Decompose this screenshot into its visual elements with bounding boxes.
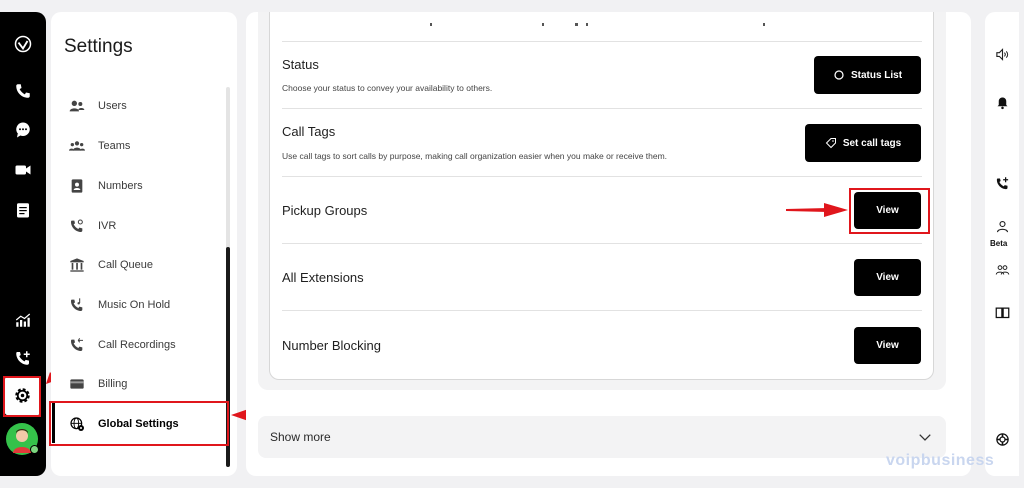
show-more-label: Show more bbox=[270, 430, 331, 444]
sidebar-item-ivr[interactable]: IVR bbox=[64, 212, 224, 240]
set-call-tags-label: Set call tags bbox=[842, 137, 902, 149]
annotation-arrow-pickup-groups bbox=[786, 203, 848, 217]
lifebuoy-icon[interactable] bbox=[993, 430, 1011, 448]
sidebar-item-label: Call Recordings bbox=[98, 339, 176, 351]
row-divider bbox=[282, 310, 922, 311]
teams-icon bbox=[66, 137, 88, 155]
app-logo-icon[interactable] bbox=[11, 32, 35, 56]
sidebar-item-users[interactable]: Users bbox=[64, 92, 224, 120]
sidebar-item-call-queue[interactable]: Call Queue bbox=[64, 251, 224, 279]
global-settings-highlight-box bbox=[49, 401, 229, 446]
settings-title: Settings bbox=[64, 36, 133, 57]
online-status-dot bbox=[30, 445, 39, 454]
sidebar-item-billing[interactable]: Billing bbox=[64, 370, 224, 398]
users-icon bbox=[66, 97, 88, 115]
sidebar-item-label: Teams bbox=[98, 140, 131, 152]
ivr-phone-icon bbox=[66, 217, 88, 235]
circle-icon bbox=[834, 70, 844, 80]
status-list-label: Status List bbox=[850, 69, 903, 81]
pickup-groups-title: Pickup Groups bbox=[282, 203, 368, 218]
phone-add-icon[interactable] bbox=[993, 174, 1011, 192]
settings-highlight-box bbox=[3, 376, 41, 417]
all-extensions-view-button[interactable]: View bbox=[854, 259, 921, 296]
book-icon[interactable] bbox=[993, 303, 1011, 321]
video-icon[interactable] bbox=[11, 158, 35, 182]
row-divider bbox=[282, 41, 922, 42]
person-icon[interactable] bbox=[993, 217, 1011, 235]
status-description: Choose your status to convey your availa… bbox=[282, 83, 493, 93]
pickup-groups-highlight-box bbox=[849, 188, 930, 234]
chevron-down-icon bbox=[919, 434, 931, 441]
sidebar-item-label: Numbers bbox=[98, 180, 143, 192]
all-extensions-title: All Extensions bbox=[282, 270, 364, 285]
group-icon[interactable] bbox=[993, 260, 1011, 278]
tag-icon bbox=[825, 138, 836, 149]
status-list-button[interactable]: Status List bbox=[814, 56, 921, 94]
number-blocking-title: Number Blocking bbox=[282, 338, 381, 353]
row-divider bbox=[282, 243, 922, 244]
call-recordings-icon bbox=[66, 336, 88, 354]
contact-book-icon bbox=[66, 177, 88, 195]
sidebar-item-music-on-hold[interactable]: Music On Hold bbox=[64, 291, 224, 319]
sidebar-item-call-recordings[interactable]: Call Recordings bbox=[64, 331, 224, 359]
row-divider bbox=[282, 176, 922, 177]
call-tags-description: Use call tags to sort calls by purpose, … bbox=[282, 151, 668, 161]
number-blocking-view-button[interactable]: View bbox=[854, 327, 921, 364]
status-title: Status bbox=[282, 57, 319, 72]
analytics-icon[interactable] bbox=[11, 308, 35, 332]
sidebar-item-teams[interactable]: Teams bbox=[64, 132, 224, 160]
speaker-icon[interactable] bbox=[993, 45, 1011, 63]
bell-icon[interactable] bbox=[993, 93, 1011, 111]
avatar[interactable] bbox=[6, 423, 39, 455]
credit-card-icon bbox=[66, 375, 88, 393]
beta-badge: Beta bbox=[990, 239, 1008, 248]
sidebar-item-label: Users bbox=[98, 100, 127, 112]
phone-add-icon[interactable] bbox=[11, 346, 35, 370]
set-call-tags-button[interactable]: Set call tags bbox=[805, 124, 921, 162]
sidebar-item-label: Music On Hold bbox=[98, 299, 171, 311]
show-more-accordion[interactable]: Show more bbox=[258, 416, 946, 458]
sidebar-item-label: IVR bbox=[98, 220, 117, 232]
sidebar-item-label: Call Queue bbox=[98, 259, 154, 271]
music-phone-icon bbox=[66, 296, 88, 314]
sidebar-item-numbers[interactable]: Numbers bbox=[64, 172, 224, 200]
view-label: View bbox=[876, 272, 899, 283]
clipped-text-fragment bbox=[430, 14, 770, 26]
row-divider bbox=[282, 108, 922, 109]
chat-icon[interactable] bbox=[11, 118, 35, 142]
phone-icon[interactable] bbox=[11, 79, 35, 103]
call-queue-icon bbox=[66, 256, 88, 274]
notes-icon[interactable] bbox=[11, 198, 35, 222]
view-label: View bbox=[876, 340, 899, 351]
call-tags-title: Call Tags bbox=[282, 124, 336, 139]
sidebar-item-label: Billing bbox=[98, 378, 128, 390]
watermark-text: voipbusiness bbox=[886, 452, 995, 469]
